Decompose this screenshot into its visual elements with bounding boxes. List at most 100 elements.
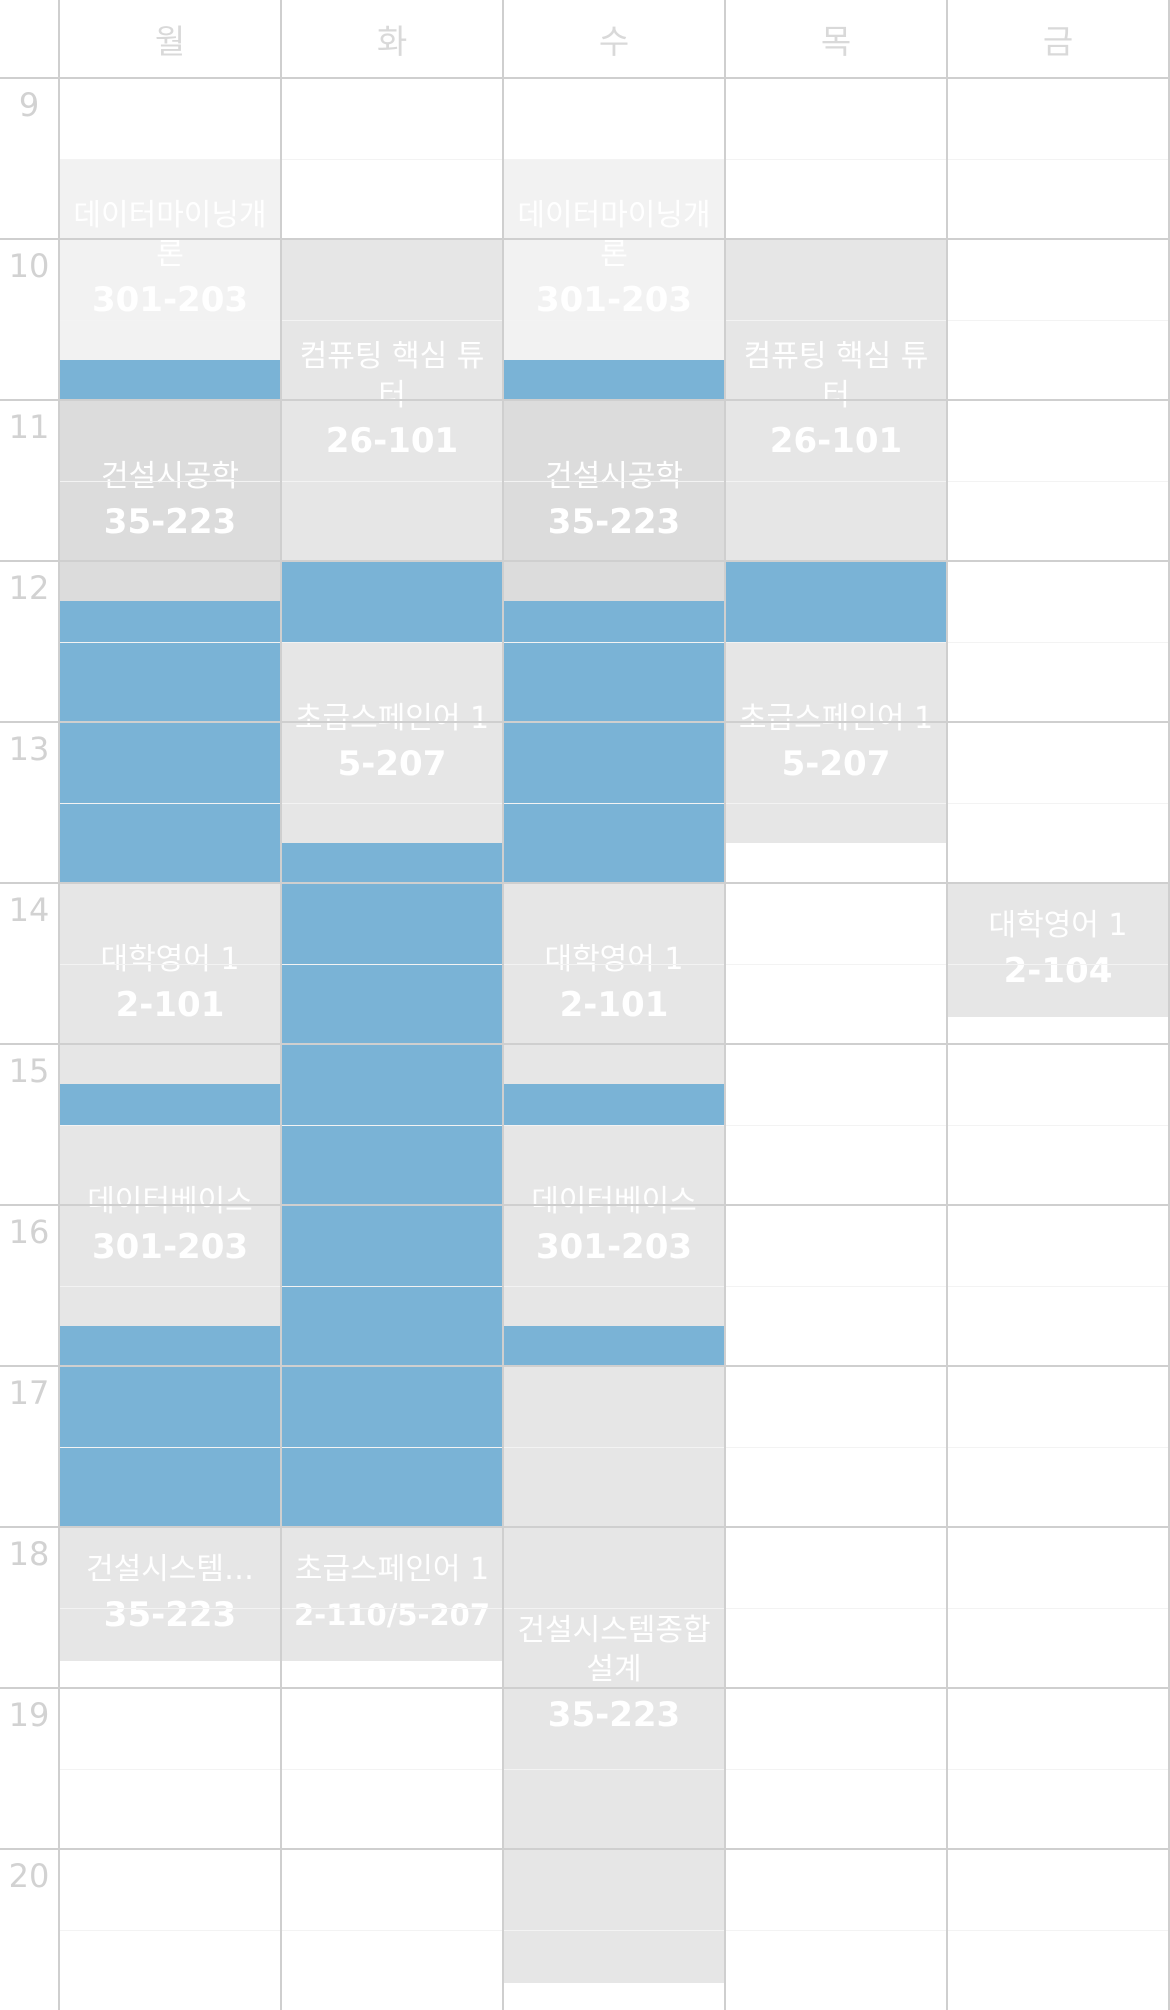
half-hour-gridline bbox=[60, 802, 1170, 804]
class-block-spanish-thu[interactable]: 초급스페인어 1 5-207 bbox=[726, 641, 946, 843]
day-header-0: 월 bbox=[154, 22, 186, 61]
class-block-datamining-mon[interactable]: 데이터마이닝개론 301-203 bbox=[60, 158, 280, 360]
class-title: 초급스페인어 1 bbox=[294, 700, 490, 736]
class-block-spanish2-tue[interactable]: 초급스페인어 1 2-110/5-207 bbox=[282, 1527, 502, 1661]
class-block-construction-wed[interactable]: 건설시공학 35-223 bbox=[504, 400, 724, 602]
class-title: 데이터베이스 bbox=[531, 1183, 697, 1219]
hour-label: 13 bbox=[8, 730, 50, 768]
free-time-block bbox=[60, 601, 280, 883]
free-time-block bbox=[504, 1084, 724, 1125]
day-header-3: 목 bbox=[820, 22, 852, 61]
hour-gridline bbox=[0, 1043, 1170, 1045]
hour-label: 17 bbox=[8, 1374, 50, 1412]
class-room: 35-223 bbox=[103, 1595, 237, 1636]
class-room: 2-101 bbox=[559, 985, 669, 1026]
half-hour-gridline bbox=[60, 1124, 1170, 1126]
class-title: 컴퓨팅 핵심 튜터 bbox=[299, 339, 485, 413]
class-block-english-mon[interactable]: 대학영어 1 2-101 bbox=[60, 883, 280, 1085]
day-divider bbox=[280, 0, 282, 2010]
class-room: 301-203 bbox=[535, 280, 693, 321]
class-title: 데이터마이닝개론 bbox=[517, 198, 711, 273]
free-time-block bbox=[60, 359, 280, 400]
class-title: 초급스페인어 1 bbox=[738, 700, 934, 736]
class-room: 2-104 bbox=[1003, 951, 1113, 992]
hour-label: 11 bbox=[8, 408, 50, 446]
class-title: 건설시공학 bbox=[101, 459, 239, 495]
class-room: 5-207 bbox=[781, 743, 891, 784]
class-room: 26-101 bbox=[325, 421, 459, 461]
day-header-1: 화 bbox=[376, 22, 408, 61]
class-title: 데이터마이닝개론 bbox=[73, 198, 267, 273]
day-divider bbox=[724, 0, 726, 2010]
free-time-block bbox=[282, 561, 502, 642]
free-time-block bbox=[282, 842, 502, 1527]
hour-gridline bbox=[0, 1848, 1170, 1850]
class-block-english-wed[interactable]: 대학영어 1 2-101 bbox=[504, 883, 724, 1085]
day-header-2: 수 bbox=[598, 22, 630, 61]
free-time-block bbox=[60, 1325, 280, 1527]
hour-label: 16 bbox=[8, 1213, 50, 1251]
free-time-block bbox=[504, 1325, 724, 1366]
class-title: 데이터베이스 bbox=[87, 1183, 253, 1219]
hour-label: 12 bbox=[8, 569, 50, 607]
hour-gridline bbox=[0, 560, 1170, 562]
free-time-block bbox=[726, 561, 946, 642]
day-divider bbox=[946, 0, 948, 2010]
class-block-datamining-wed[interactable]: 데이터마이닝개론 301-203 bbox=[504, 158, 724, 360]
class-title: 대학영어 1 bbox=[544, 942, 684, 978]
half-hour-gridline bbox=[60, 1446, 1170, 1448]
day-divider bbox=[58, 0, 60, 2010]
class-room: 35-223 bbox=[103, 502, 237, 543]
hour-gridline bbox=[0, 1204, 1170, 1206]
hour-gridline bbox=[0, 882, 1170, 884]
half-hour-gridline bbox=[60, 480, 1170, 482]
class-room: 26-101 bbox=[769, 421, 903, 461]
hour-gridline bbox=[0, 1687, 1170, 1689]
class-title: 건설시스템… bbox=[86, 1552, 254, 1588]
half-hour-gridline bbox=[60, 641, 1170, 643]
timetable-grid: 데이터마이닝개론 301-203 데이터마이닝개론 301-203 컴퓨팅 핵심 튜터 2… bbox=[0, 0, 1170, 2010]
class-room: 301-203 bbox=[91, 280, 249, 321]
class-title: 컴퓨팅 핵심 튜터 bbox=[743, 339, 929, 413]
hour-label: 14 bbox=[8, 891, 50, 929]
hour-gridline bbox=[0, 399, 1170, 401]
half-hour-gridline bbox=[60, 1285, 1170, 1287]
class-room: 301-203 bbox=[535, 1226, 693, 1267]
hour-label: 18 bbox=[8, 1535, 50, 1573]
hour-gridline bbox=[0, 1526, 1170, 1528]
class-block-construction-mon[interactable]: 건설시공학 35-223 bbox=[60, 400, 280, 602]
half-hour-gridline bbox=[60, 1768, 1170, 1770]
hour-label: 19 bbox=[8, 1696, 50, 1734]
class-room: 2-110/5-207 bbox=[293, 1598, 491, 1633]
class-block-constructsys-wed[interactable]: 건설시스템종합설계 35-223 bbox=[504, 1366, 724, 1983]
hour-label: 10 bbox=[8, 247, 50, 285]
class-block-english-fri[interactable]: 대학영어 1 2-104 bbox=[948, 883, 1168, 1017]
class-title: 초급스페인어 1 bbox=[294, 1552, 490, 1588]
class-title: 대학영어 1 bbox=[988, 908, 1128, 944]
half-hour-gridline bbox=[60, 963, 1170, 965]
free-time-block bbox=[504, 359, 724, 400]
class-block-database-wed[interactable]: 데이터베이스 301-203 bbox=[504, 1124, 724, 1326]
class-room: 301-203 bbox=[91, 1226, 249, 1267]
class-block-constructsys-mon[interactable]: 건설시스템… 35-223 bbox=[60, 1527, 280, 1661]
hour-gridline bbox=[0, 721, 1170, 723]
hour-label: 15 bbox=[8, 1052, 50, 1090]
free-time-block bbox=[504, 601, 724, 883]
half-hour-gridline bbox=[60, 1607, 1170, 1609]
free-time-block bbox=[60, 1084, 280, 1125]
hour-gridline bbox=[0, 238, 1170, 240]
class-room: 2-101 bbox=[115, 985, 225, 1026]
class-title: 건설시공학 bbox=[545, 459, 683, 495]
half-hour-gridline bbox=[60, 319, 1170, 321]
day-divider bbox=[502, 0, 504, 2010]
class-title: 대학영어 1 bbox=[100, 942, 240, 978]
class-block-spanish-tue[interactable]: 초급스페인어 1 5-207 bbox=[282, 641, 502, 843]
class-block-database-mon[interactable]: 데이터베이스 301-203 bbox=[60, 1124, 280, 1326]
class-room: 5-207 bbox=[337, 743, 447, 784]
class-room: 35-223 bbox=[547, 502, 681, 543]
day-header-4: 금 bbox=[1042, 22, 1074, 61]
hour-label: 9 bbox=[18, 86, 40, 124]
class-room: 35-223 bbox=[547, 1695, 681, 1736]
half-hour-gridline bbox=[60, 158, 1170, 160]
class-title: 건설시스템종합설계 bbox=[517, 1613, 711, 1688]
